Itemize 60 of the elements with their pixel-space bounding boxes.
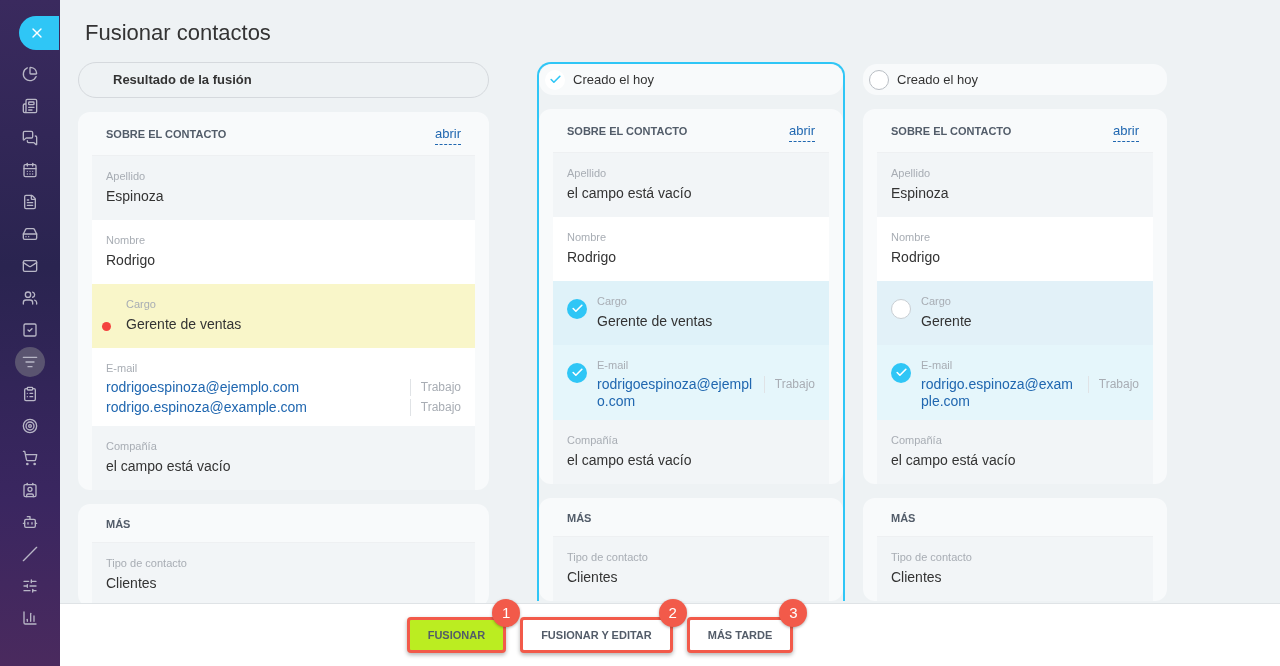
field-value: Gerente: [921, 311, 973, 331]
field-value: Clientes: [891, 568, 943, 587]
callout-number: 3: [779, 599, 808, 627]
field-label: Cargo: [126, 296, 157, 312]
field-label: Apellido: [106, 168, 147, 184]
field-label: Compañía: [106, 438, 158, 454]
field-label: Tipo de contacto: [106, 556, 188, 571]
section-title: MÁS: [891, 510, 916, 526]
email-link[interactable]: rodrigoespinoza@ejemplo.com: [597, 375, 756, 410]
email-link[interactable]: rodrigoespinoza@ejemplo.com: [106, 378, 300, 396]
callout-number: 1: [492, 599, 521, 627]
field-label: Apellido: [891, 165, 932, 181]
email-type: Trabajo: [763, 375, 815, 393]
email-link[interactable]: rodrigo.espinoza@example.com: [921, 375, 1080, 410]
action-button[interactable]: MÁS TARDE: [686, 617, 794, 653]
field-label: E-mail: [106, 360, 139, 376]
field-label: Compañía: [891, 432, 943, 448]
field-label: Apellido: [567, 165, 608, 181]
field-value: Gerente de ventas: [126, 314, 243, 334]
field-value: Espinoza: [891, 183, 950, 203]
candidate-column[interactable]: Creado el hoy SOBRE EL CONTACTO abrir Apellido Espinoza Nombre Rodrigo Cargo Gerente E-mail rodrigo.espinoza@example.com Trabajo Compañía el campo está vacío MÁS Tipo de contacto Clientes: [861, 62, 1169, 603]
section-title: MÁS: [106, 516, 131, 532]
field-value: el campo está vacío: [106, 456, 232, 476]
action-button[interactable]: FUSIONAR Y EDITAR: [520, 617, 673, 653]
field-label: Nombre: [106, 232, 147, 248]
section-title: SOBRE EL CONTACTO: [567, 124, 688, 139]
field-label: Cargo: [921, 293, 952, 309]
section-title: SOBRE EL CONTACTO: [891, 124, 1012, 139]
email-type: Trabajo: [1087, 375, 1139, 393]
field-value: Gerente de ventas: [597, 311, 714, 331]
field-value: Clientes: [567, 568, 619, 587]
field-value: Rodrigo: [567, 247, 618, 267]
field-label: Nombre: [567, 229, 608, 245]
field-label: Tipo de contacto: [567, 550, 649, 565]
callout-number: 2: [658, 599, 687, 627]
field-label: Tipo de contacto: [891, 550, 973, 565]
field-value: Clientes: [106, 574, 158, 593]
email-type: Trabajo: [409, 378, 461, 396]
field-label: Compañía: [567, 432, 619, 448]
open-link[interactable]: abrir: [1113, 121, 1139, 142]
email-link[interactable]: rodrigo.espinoza@example.com: [106, 398, 307, 416]
column-title: Creado el hoy: [897, 70, 978, 89]
open-link[interactable]: abrir: [789, 121, 815, 142]
page-title: Fusionar contactos: [85, 20, 272, 46]
field-value: Rodrigo: [891, 247, 942, 267]
field-label: Cargo: [597, 293, 628, 309]
section-title: SOBRE EL CONTACTO: [106, 127, 227, 142]
field-label: E-mail: [921, 357, 954, 373]
field-value: el campo está vacío: [567, 183, 693, 203]
field-value: el campo está vacío: [891, 450, 1017, 470]
column-title: Creado el hoy: [573, 70, 654, 89]
field-label: E-mail: [597, 357, 630, 373]
field-label: Nombre: [891, 229, 932, 245]
field-value: Espinoza: [106, 186, 165, 206]
field-value: Rodrigo: [106, 250, 157, 270]
email-type: Trabajo: [409, 398, 461, 416]
section-title: MÁS: [567, 510, 592, 526]
action-button[interactable]: FUSIONAR: [406, 617, 507, 653]
open-link[interactable]: abrir: [435, 124, 461, 145]
field-value: el campo está vacío: [567, 450, 693, 470]
